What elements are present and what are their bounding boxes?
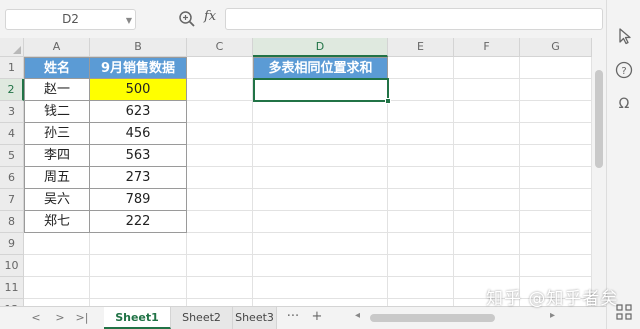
search-zoom-icon[interactable] [178,10,196,28]
scroll-right-icon[interactable]: ▸ [550,310,555,321]
omega-icon[interactable]: Ω [615,94,633,112]
worksheet-grid[interactable]: A B C D E F G 1 2 3 4 5 6 7 8 9 10 11 12 [0,38,606,306]
row-header-11[interactable]: 11 [0,277,24,299]
cell-name[interactable]: 李四 [24,145,90,167]
fill-handle[interactable] [385,98,391,104]
cell-sales[interactable]: 623 [90,101,187,123]
cell-name[interactable]: 赵一 [24,79,90,101]
cell-b1-header-sales[interactable]: 9月销售数据 [90,57,187,79]
cell-sales[interactable]: 456 [90,123,187,145]
cell-sales[interactable]: 500 [90,79,187,101]
select-all-corner[interactable] [0,38,24,57]
cell-sales[interactable]: 273 [90,167,187,189]
vertical-scrollbar[interactable] [592,38,606,306]
column-header-d[interactable]: D [253,38,388,57]
formula-input[interactable] [225,8,603,30]
cell-a1-header-name[interactable]: 姓名 [24,57,90,79]
spreadsheet-app: D2 ▼ fx A B C D E F G 1 2 3 4 5 6 7 8 9 … [0,0,640,329]
side-toolbar: ? Ω [606,0,640,329]
tab-sheet2[interactable]: Sheet2 [171,307,233,329]
horizontal-scrollbar[interactable]: ◂ ▸ [355,310,560,323]
column-header-b[interactable]: B [90,38,187,57]
help-icon[interactable]: ? [615,61,633,79]
cell-name[interactable]: 吴六 [24,189,90,211]
row-header-8[interactable]: 8 [0,211,24,233]
row-header-9[interactable]: 9 [0,233,24,255]
cell-name[interactable]: 郑七 [24,211,90,233]
row-header-12[interactable]: 12 [0,299,24,306]
cell-sales[interactable]: 789 [90,189,187,211]
tab-last-icon[interactable]: >| [74,309,90,327]
row-header-1[interactable]: 1 [0,57,24,79]
sheet-tab-bar: < > >| Sheet1 Sheet2 Sheet3 ··· + ◂ ▸ [0,306,606,329]
tab-sheet3[interactable]: Sheet3 [233,307,277,329]
cell-name[interactable]: 孙三 [24,123,90,145]
tab-next-icon[interactable]: > [52,309,68,327]
row-header-6[interactable]: 6 [0,167,24,189]
svg-text:Ω: Ω [619,96,630,112]
row-header-3[interactable]: 3 [0,101,24,123]
cell-sales[interactable]: 222 [90,211,187,233]
cell-sales[interactable]: 563 [90,145,187,167]
cell-d1-sum-header[interactable]: 多表相同位置求和 [253,57,388,79]
active-cell-selection[interactable] [253,78,391,104]
vertical-scroll-thumb[interactable] [595,70,603,168]
svg-text:?: ? [621,66,626,77]
name-box-value: D2 [62,12,79,26]
formula-bar: D2 ▼ fx [0,0,606,38]
tab-prev-icon[interactable]: < [28,309,44,327]
row-header-4[interactable]: 4 [0,123,24,145]
row-header-5[interactable]: 5 [0,145,24,167]
watermark: 知乎 @知乎者矣 [486,289,619,309]
fx-button[interactable]: fx [204,9,216,24]
cell-name[interactable]: 周五 [24,167,90,189]
row-header-2[interactable]: 2 [0,79,24,101]
row-header-10[interactable]: 10 [0,255,24,277]
cell-name[interactable]: 钱二 [24,101,90,123]
column-header-f[interactable]: F [454,38,520,57]
column-header-g[interactable]: G [520,38,592,57]
column-header-a[interactable]: A [24,38,90,57]
column-header-c[interactable]: C [187,38,253,57]
more-tabs-button[interactable]: ··· [282,307,304,329]
column-header-e[interactable]: E [388,38,454,57]
row-header-7[interactable]: 7 [0,189,24,211]
chevron-down-icon[interactable]: ▼ [126,11,132,30]
horizontal-scroll-thumb[interactable] [370,314,495,322]
scroll-left-icon[interactable]: ◂ [355,310,360,321]
name-box[interactable]: D2 ▼ [5,9,136,30]
add-sheet-button[interactable]: + [306,307,328,329]
tab-sheet1[interactable]: Sheet1 [104,307,171,329]
cursor-icon[interactable] [615,27,633,45]
